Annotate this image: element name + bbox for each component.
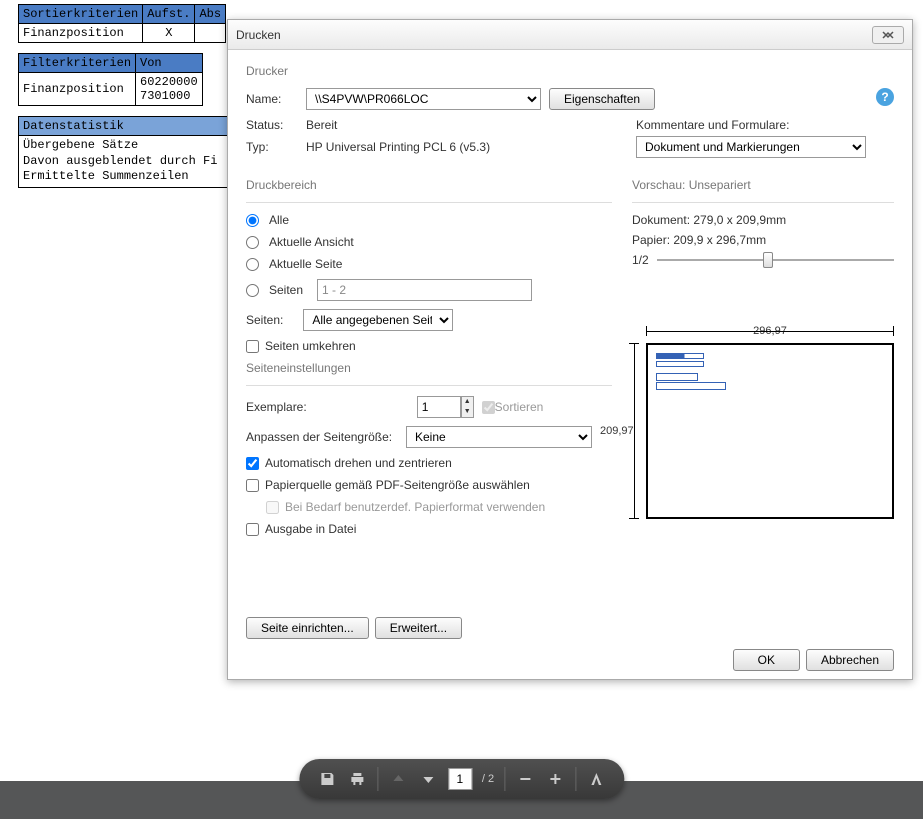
- reverse-pages-checkbox[interactable]: [246, 340, 259, 353]
- scaling-select[interactable]: Keine: [406, 426, 592, 448]
- col-header: Von: [136, 54, 203, 73]
- sort-criteria-table: Sortierkriterien Aufst. Abs Finanzpositi…: [18, 4, 226, 43]
- ok-button[interactable]: OK: [733, 649, 800, 671]
- col-header: Aufst.: [143, 5, 195, 24]
- filter-criteria-table: Filterkriterien Von Finanzposition 60220…: [18, 53, 203, 106]
- radio-pages[interactable]: [246, 284, 259, 297]
- dimension-arrow-horizontal: [646, 331, 894, 332]
- radio-current-page[interactable]: [246, 258, 259, 271]
- comments-forms-select[interactable]: Dokument und Markierungen: [636, 136, 866, 158]
- spinner-down-icon[interactable]: ▼: [462, 407, 473, 417]
- range-group-label: Druckbereich: [246, 178, 612, 192]
- autorotate-checkbox[interactable]: [246, 457, 259, 470]
- page-down-icon[interactable]: [418, 769, 438, 789]
- help-icon[interactable]: ?: [876, 88, 894, 106]
- printer-name-select[interactable]: \\S4PVW\PR066LOC: [306, 88, 541, 110]
- background-document: Sortierkriterien Aufst. Abs Finanzpositi…: [18, 4, 241, 188]
- spinner-up-icon[interactable]: ▲: [462, 397, 473, 407]
- page-number-input[interactable]: [448, 768, 472, 790]
- zoom-in-icon[interactable]: [545, 769, 565, 789]
- reverse-pages-label: Seiten umkehren: [265, 339, 356, 353]
- page-setup-button[interactable]: Seite einrichten...: [246, 617, 369, 639]
- advanced-button[interactable]: Erweitert...: [375, 617, 462, 639]
- radio-view[interactable]: [246, 236, 259, 249]
- radio-view-label: Aktuelle Ansicht: [269, 235, 354, 249]
- comments-label: Kommentare und Formulare:: [636, 118, 894, 132]
- cell: Finanzposition: [19, 73, 136, 106]
- page-preview: [646, 343, 894, 519]
- toolbar-separator: [504, 767, 505, 791]
- scaling-label: Anpassen der Seitengröße:: [246, 430, 406, 444]
- subset-select[interactable]: Alle angegebenen Seiten: [303, 309, 453, 331]
- print-dialog: Drucken Drucker Name: \\S4PVW\PR066LOC E…: [227, 19, 913, 680]
- cancel-button[interactable]: Abbrechen: [806, 649, 894, 671]
- subset-label: Seiten:: [246, 313, 283, 327]
- stats-header: Datenstatistik: [18, 116, 241, 136]
- col-header: Filterkriterien: [19, 54, 136, 73]
- name-label: Name:: [246, 92, 306, 106]
- preview-paper-size: Papier: 209,9 x 296,7mm: [632, 233, 894, 247]
- preview-thumbnail: [656, 353, 726, 391]
- autorotate-label: Automatisch drehen und zentrieren: [265, 456, 452, 470]
- copies-label: Exemplare:: [246, 400, 307, 414]
- preview-zoom-ratio: 1/2: [632, 253, 649, 267]
- customformat-checkbox: [266, 501, 279, 514]
- radio-all[interactable]: [246, 214, 259, 227]
- dimension-arrow-vertical: [634, 343, 635, 519]
- preview-height-label: 209,97: [600, 343, 634, 519]
- copies-input[interactable]: [417, 396, 461, 418]
- adobe-icon[interactable]: [586, 769, 606, 789]
- cell: X: [143, 24, 195, 43]
- radio-all-label: Alle: [269, 213, 289, 227]
- output-file-checkbox[interactable]: [246, 523, 259, 536]
- cell: 60220000 7301000: [136, 73, 203, 106]
- papersource-label: Papierquelle gemäß PDF-Seitengröße auswä…: [265, 478, 530, 492]
- stats-body: Übergebene Sätze Davon ausgeblendet durc…: [18, 136, 241, 188]
- cell: Finanzposition: [19, 24, 143, 43]
- printer-group-label: Drucker: [246, 64, 894, 78]
- close-button[interactable]: [872, 26, 904, 44]
- titlebar[interactable]: Drucken: [228, 20, 912, 50]
- type-label: Typ:: [246, 140, 306, 154]
- col-header: Abs: [195, 5, 226, 24]
- pagesetup-group-label: Seiteneinstellungen: [246, 361, 612, 375]
- radio-pages-label: Seiten: [269, 283, 303, 297]
- zoom-out-icon[interactable]: [515, 769, 535, 789]
- status-label: Status:: [246, 118, 306, 132]
- preview-group-label: Vorschau: Unsepariert: [632, 178, 894, 192]
- pages-input[interactable]: [317, 279, 532, 301]
- save-icon[interactable]: [317, 769, 337, 789]
- copies-spinner[interactable]: ▲ ▼: [461, 396, 474, 418]
- collate-label: Sortieren: [495, 400, 544, 414]
- toolbar-separator: [575, 767, 576, 791]
- pdf-toolbar: / 2: [299, 759, 624, 799]
- dialog-title: Drucken: [236, 28, 872, 42]
- toolbar-separator: [377, 767, 378, 791]
- collate-checkbox: [482, 401, 495, 414]
- preview-doc-size: Dokument: 279,0 x 209,9mm: [632, 213, 894, 227]
- preview-page-slider[interactable]: [657, 259, 894, 261]
- page-up-icon[interactable]: [388, 769, 408, 789]
- status-value: Bereit: [306, 118, 337, 132]
- papersource-checkbox[interactable]: [246, 479, 259, 492]
- radio-current-page-label: Aktuelle Seite: [269, 257, 342, 271]
- customformat-label: Bei Bedarf benutzerdef. Papierformat ver…: [285, 500, 545, 514]
- close-icon: [882, 31, 894, 39]
- output-file-label: Ausgabe in Datei: [265, 522, 356, 536]
- page-total-label: / 2: [482, 773, 494, 785]
- slider-thumb[interactable]: [763, 252, 773, 268]
- col-header: Sortierkriterien: [19, 5, 143, 24]
- properties-button[interactable]: Eigenschaften: [549, 88, 655, 110]
- type-value: HP Universal Printing PCL 6 (v5.3): [306, 140, 490, 154]
- print-icon[interactable]: [347, 769, 367, 789]
- cell: [195, 24, 226, 43]
